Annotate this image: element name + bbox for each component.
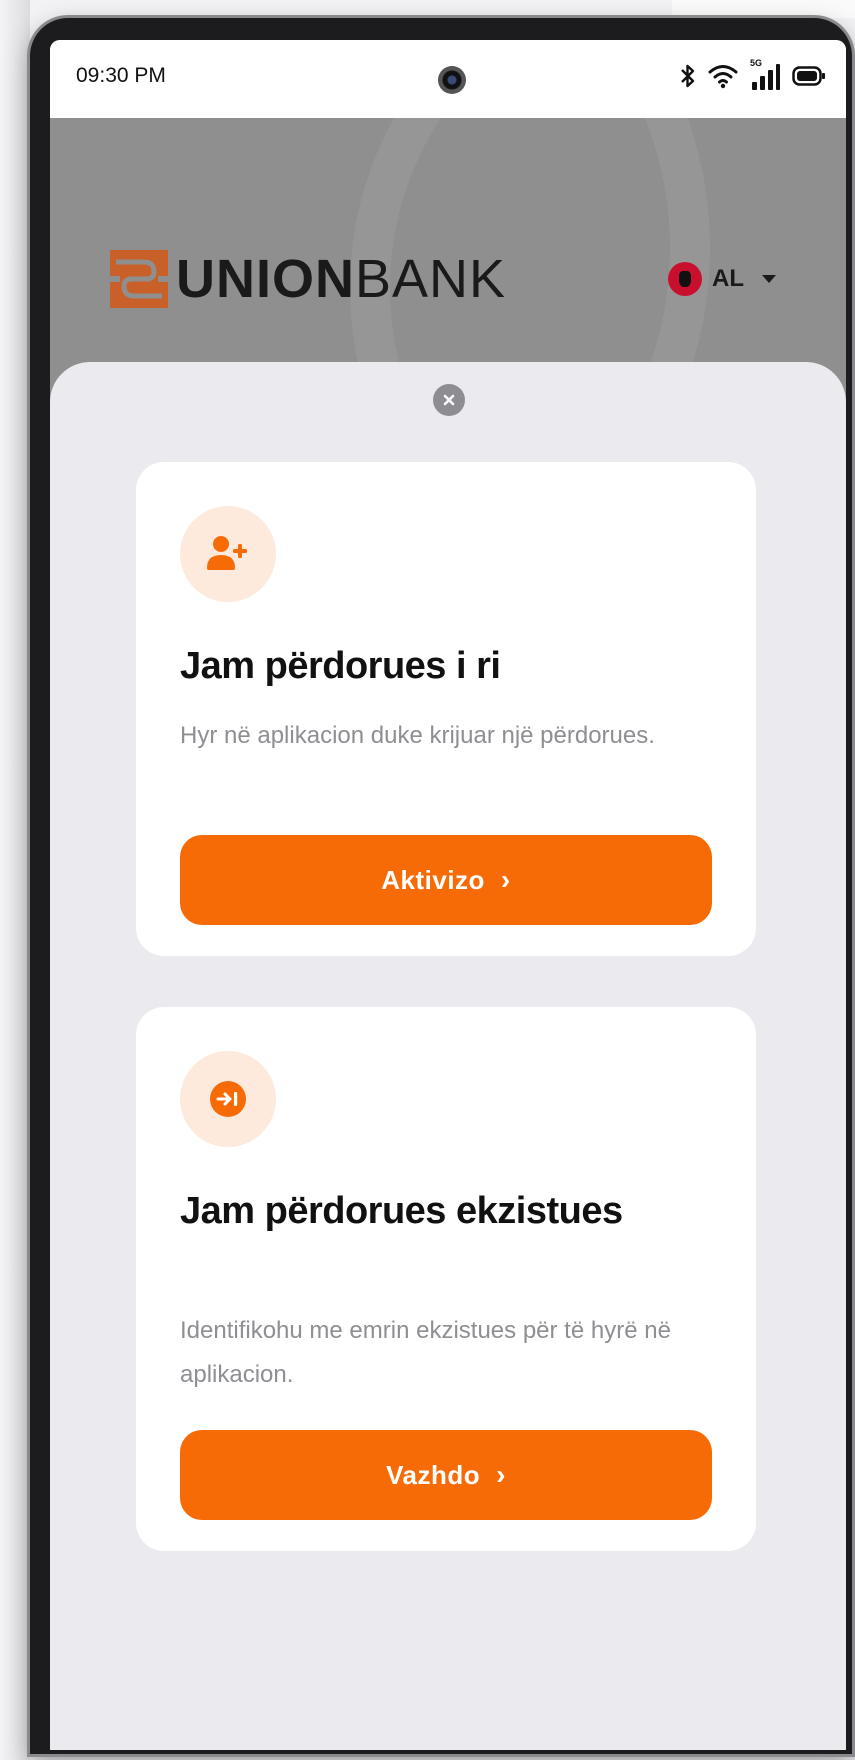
app-screen: 09:30 PM 5G UNIONBANK AL Jam përdorues i… [50,40,846,1750]
camera-cutout [438,66,466,94]
chevron-right-icon: › [500,864,511,895]
activate-button[interactable]: Aktivizo › [180,835,712,925]
onboarding-sheet: Jam përdorues i ri Hyr në aplikacion duk… [50,362,846,1750]
new-user-title: Jam përdorues i ri [180,645,501,687]
new-user-description: Hyr në aplikacion duke krijuar një përdo… [180,722,655,749]
continue-button-label: Vazhdo [386,1459,481,1490]
background-edge-top [672,0,855,18]
existing-user-title: Jam përdorues ekzistues [180,1190,623,1232]
continue-button[interactable]: Vazhdo › [180,1430,712,1520]
battery-icon [792,65,826,87]
close-button[interactable] [433,384,465,416]
canvas: 09:30 PM 5G UNIONBANK AL Jam përdorues i… [0,0,855,1760]
add-user-icon [207,536,247,570]
login-icon [210,1081,246,1117]
brand-name-bold: UNION [176,249,355,309]
new-user-icon-wrap [180,506,276,602]
language-code: AL [712,265,744,292]
status-icons: 5G [680,58,826,90]
existing-user-card: Jam përdorues ekzistues Identifikohu me … [136,1007,756,1551]
language-selector[interactable]: AL [668,262,776,296]
close-icon [443,394,455,406]
unionbank-logo: UNIONBANK [110,250,506,308]
status-bar: 09:30 PM 5G [50,40,846,118]
status-time: 09:30 PM [76,64,166,87]
signal-icon: 5G [750,58,780,90]
network-type: 5G [750,58,763,68]
existing-user-description: Identifikohu me emrin ekzistues për të h… [180,1317,671,1388]
new-user-card: Jam përdorues i ri Hyr në aplikacion duk… [136,462,756,956]
activate-button-label: Aktivizo [381,864,485,895]
brand-name-light: BANK [355,249,507,309]
bluetooth-icon [680,63,696,89]
background-edge [0,0,30,1760]
logo-mark-icon [110,250,168,308]
wifi-icon [708,63,738,89]
chevron-down-icon [762,275,776,283]
chevron-right-icon: › [496,1459,506,1490]
albania-flag-icon [668,262,702,296]
brand-name: UNIONBANK [176,252,506,306]
existing-user-icon-wrap [180,1051,276,1147]
